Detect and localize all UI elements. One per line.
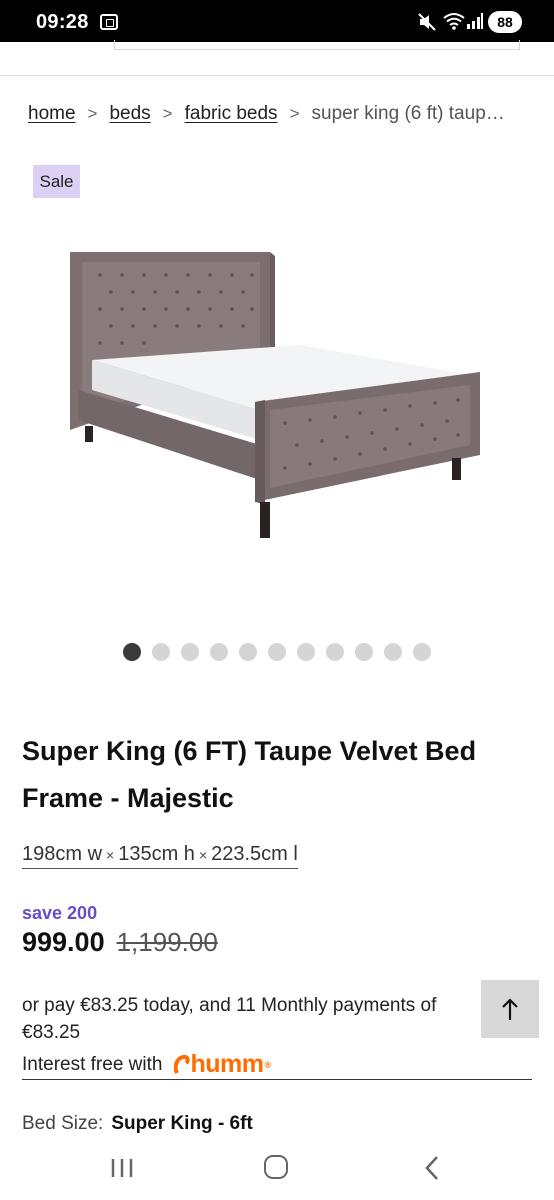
breadcrumb-home[interactable]: home <box>28 103 76 125</box>
dimension-length: 223.5cm l <box>211 843 298 865</box>
breadcrumb-separator: > <box>87 104 98 123</box>
site-header <box>0 40 554 76</box>
original-price: 1,199.00 <box>116 927 218 957</box>
price-row: 999.00 1,199.00 <box>22 927 218 958</box>
screen-record-icon <box>100 14 118 30</box>
interest-free-row[interactable]: Interest free with humm ® <box>22 1050 532 1080</box>
dimension-separator: × <box>198 847 208 863</box>
search-input[interactable] <box>114 40 520 50</box>
finance-text: or pay €83.25 today, and 11 Monthly paym… <box>22 995 437 1043</box>
carousel-dot[interactable] <box>355 643 373 661</box>
signal-icon <box>467 13 483 29</box>
registered-mark-icon: ® <box>264 1059 271 1070</box>
dimension-height: 135cm h <box>118 843 195 865</box>
carousel-dot[interactable] <box>268 643 286 661</box>
status-time: 09:28 <box>36 11 89 33</box>
carousel-dot[interactable] <box>326 643 344 661</box>
carousel-dot[interactable] <box>152 643 170 661</box>
battery-indicator: 88 <box>488 11 522 33</box>
carousel-dot[interactable] <box>384 643 402 661</box>
status-bar: 09:28 88 <box>0 0 554 42</box>
recent-apps-icon[interactable] <box>110 1157 134 1179</box>
humm-swirl-icon <box>174 1054 191 1074</box>
carousel-dot[interactable] <box>181 643 199 661</box>
arrow-up-icon <box>502 998 518 1020</box>
interest-free-label: Interest free with <box>22 1053 163 1075</box>
bed-size-option[interactable]: Bed Size: Super King - 6ft <box>22 1113 253 1135</box>
save-amount: save 200 <box>22 903 98 923</box>
bed-size-value: Super King - 6ft <box>111 1113 253 1134</box>
dimension-separator: × <box>106 847 115 863</box>
carousel-dot[interactable] <box>297 643 315 661</box>
carousel-dot[interactable] <box>123 643 141 661</box>
breadcrumb-fabric-beds[interactable]: fabric beds <box>185 103 278 125</box>
humm-brand-text: humm <box>190 1050 264 1078</box>
humm-logo: humm ® <box>174 1050 271 1079</box>
breadcrumb-current: super king (6 ft) taupe velvet bed frame… <box>311 103 507 124</box>
breadcrumb-separator: > <box>289 104 300 123</box>
carousel-dot[interactable] <box>239 643 257 661</box>
breadcrumb-separator: > <box>162 104 173 123</box>
current-price: 999.00 <box>22 927 105 957</box>
system-navigation-bar <box>0 1135 554 1200</box>
breadcrumb: home > beds > fabric beds > super king (… <box>28 103 538 125</box>
carousel-dot[interactable] <box>413 643 431 661</box>
dimension-width: 198cm w <box>22 843 103 865</box>
breadcrumb-beds[interactable]: beds <box>109 103 150 125</box>
product-title: Super King (6 FT) Taupe Velvet Bed Frame… <box>22 736 477 813</box>
bed-size-label: Bed Size: <box>22 1113 104 1134</box>
carousel-dot[interactable] <box>210 643 228 661</box>
home-icon[interactable] <box>264 1155 288 1179</box>
scroll-to-top-button[interactable] <box>481 980 539 1038</box>
sale-badge: Sale <box>33 165 80 198</box>
product-dimensions[interactable]: 198cm w × 135cm h × 223.5cm l <box>22 843 298 869</box>
product-image[interactable] <box>60 240 500 550</box>
mute-icon <box>418 13 436 31</box>
wifi-icon <box>443 13 465 30</box>
back-icon[interactable] <box>424 1155 440 1181</box>
image-carousel-dots <box>123 643 431 661</box>
